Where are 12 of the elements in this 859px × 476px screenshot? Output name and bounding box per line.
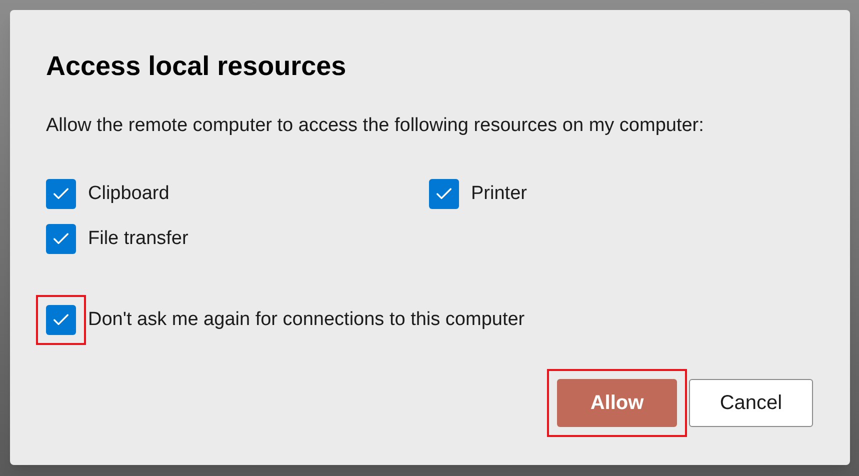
checkbox[interactable]	[429, 179, 459, 209]
description: Allow the remote computer to access the following resources on my computer:	[46, 114, 705, 138]
allow-button[interactable]: Allow	[557, 379, 677, 427]
checkbox[interactable]	[46, 179, 76, 209]
cancel-button[interactable]: Cancel	[689, 379, 813, 427]
checkbox[interactable]	[46, 224, 76, 254]
checkbox-label: Clipboard	[88, 182, 170, 206]
checkbox-label: File transfer	[88, 226, 188, 251]
checkbox-label: Printer	[471, 182, 527, 206]
dialog-title: Access local resources	[46, 50, 348, 83]
checkbox[interactable]	[46, 305, 76, 335]
checkbox-label: Don't ask me again for connections to this computer	[88, 308, 525, 332]
